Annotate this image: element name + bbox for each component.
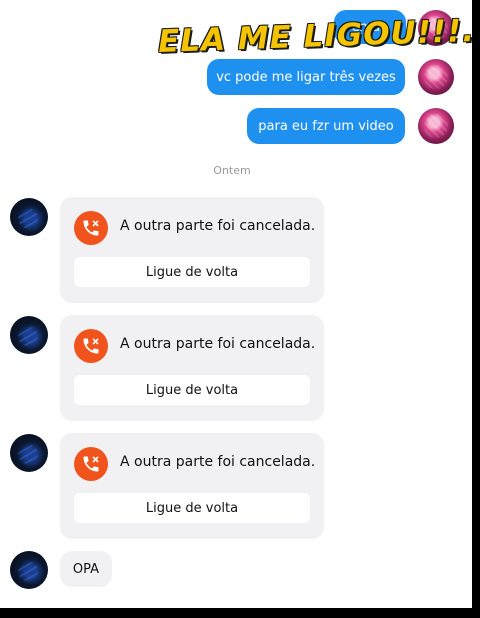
overlay-title: ELA ME LIGOU!!!...	[157, 12, 480, 60]
contact-avatar-icon[interactable]	[10, 198, 48, 236]
received-message-bubble[interactable]: OPA	[60, 551, 112, 587]
sent-message-text: vc pode me ligar três vezes	[216, 69, 396, 85]
missed-call-icon	[74, 329, 108, 363]
date-separator: Ontem	[213, 164, 251, 177]
contact-avatar-icon[interactable]	[10, 551, 48, 589]
user-avatar-icon[interactable]	[418, 108, 454, 144]
missed-call-card: A outra parte foi cancelada. Ligue de vo…	[60, 433, 324, 539]
call-status-text: A outra parte foi cancelada.	[120, 336, 316, 352]
call-status-text: A outra parte foi cancelada.	[120, 454, 316, 470]
user-avatar-icon[interactable]	[418, 59, 454, 95]
screen-edge-right	[472, 0, 480, 618]
sent-message-bubble[interactable]: vc pode me ligar três vezes	[207, 59, 405, 95]
missed-call-card: A outra parte foi cancelada. Ligue de vo…	[60, 197, 324, 303]
call-back-button[interactable]: Ligue de volta	[74, 493, 310, 523]
sent-message-text: para eu fzr um video	[258, 118, 394, 134]
missed-call-icon	[74, 447, 108, 481]
contact-avatar-icon[interactable]	[10, 316, 48, 354]
missed-call-icon	[74, 211, 108, 245]
screen-edge-bottom	[0, 608, 480, 618]
contact-avatar-icon[interactable]	[10, 434, 48, 472]
missed-call-card: A outra parte foi cancelada. Ligue de vo…	[60, 315, 324, 421]
received-message-text: OPA	[72, 561, 100, 577]
call-back-button[interactable]: Ligue de volta	[74, 375, 310, 405]
sent-message-bubble[interactable]: para eu fzr um video	[247, 108, 405, 144]
call-status-text: A outra parte foi cancelada.	[120, 218, 316, 234]
call-back-button[interactable]: Ligue de volta	[74, 257, 310, 287]
